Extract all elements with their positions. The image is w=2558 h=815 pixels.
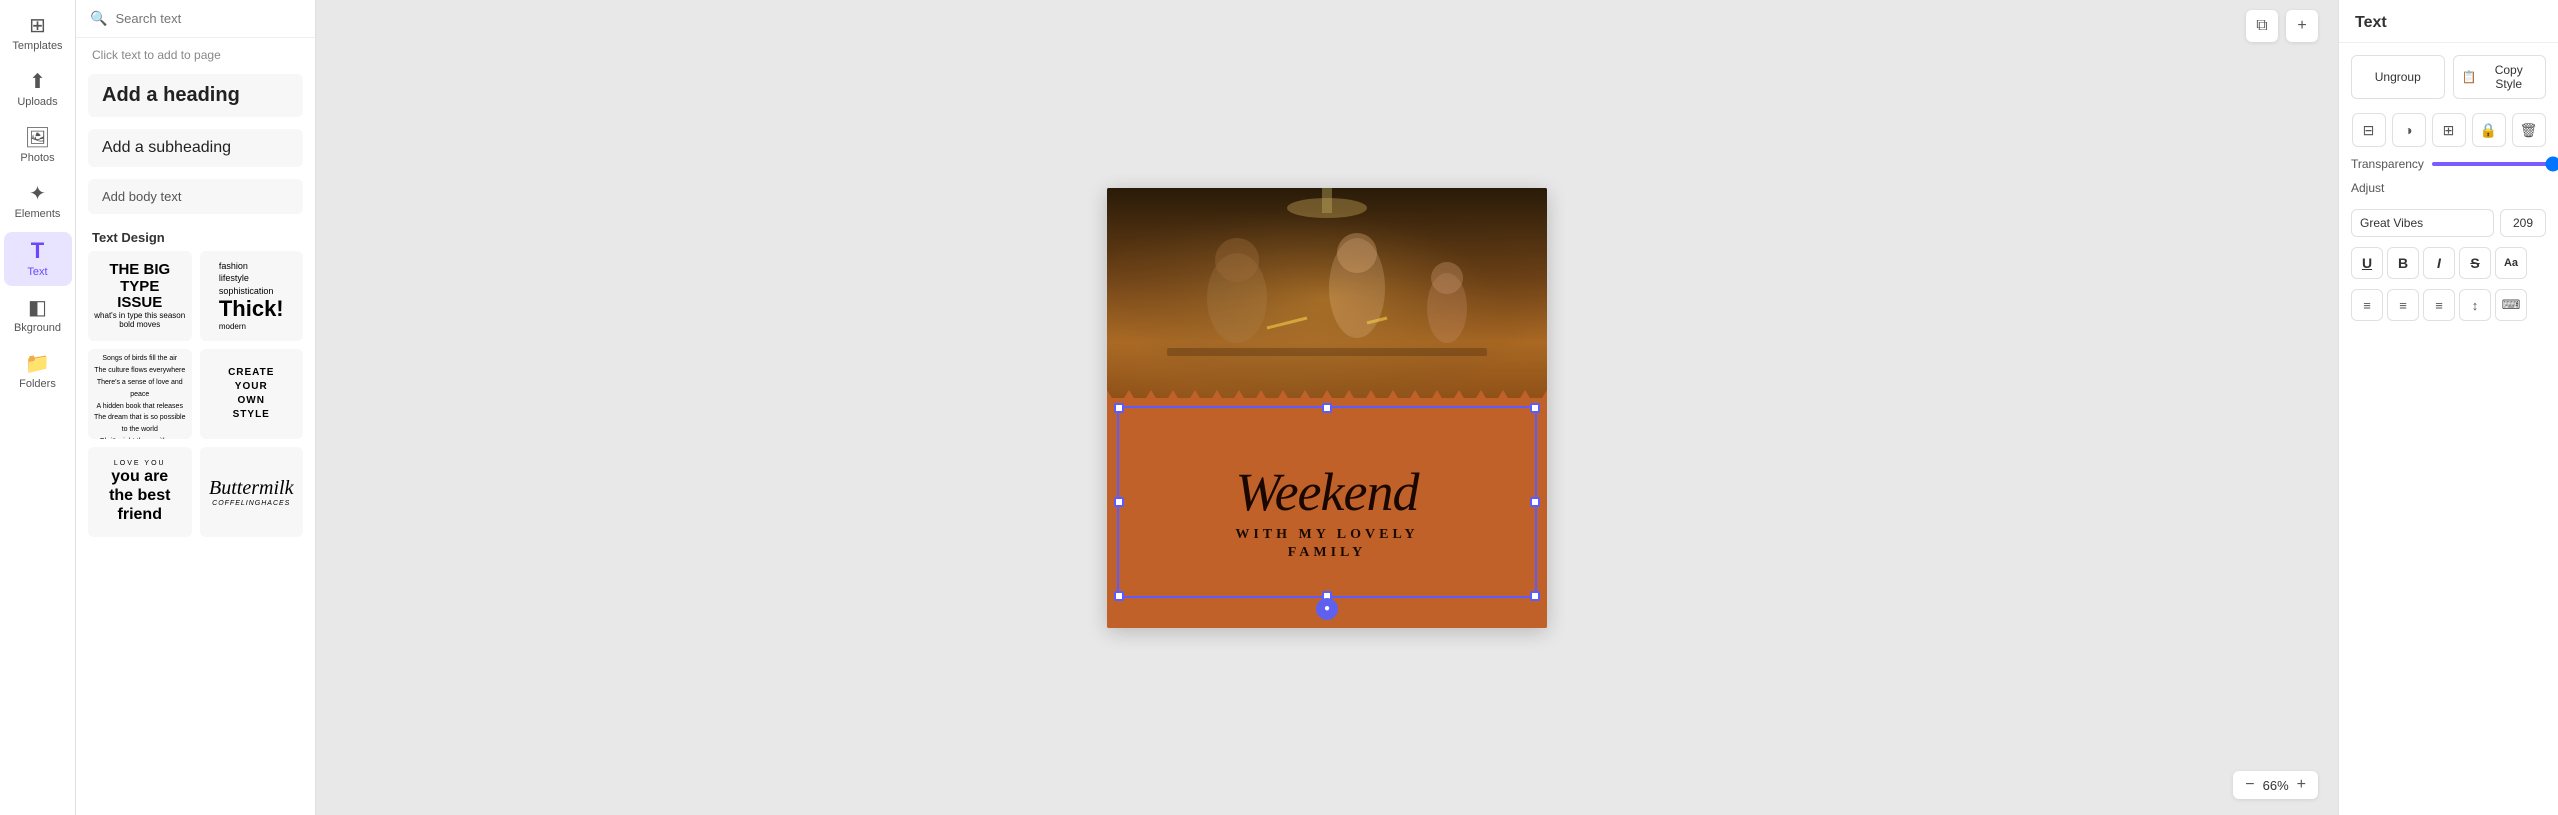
align-button[interactable]: ⊞ bbox=[2432, 113, 2466, 147]
text-panel: 🔍 Click text to add to page Add a headin… bbox=[76, 0, 316, 815]
zoom-value: 66% bbox=[2263, 778, 2289, 793]
canvas-indicator: ● bbox=[1316, 598, 1338, 620]
right-panel-content: Ungroup 📋 Copy Style ⊟ ◑ ⊞ 🔒 🗑 Transpare… bbox=[2339, 43, 2558, 343]
layer-button[interactable]: ◑ bbox=[2392, 113, 2426, 147]
add-subheading-button[interactable]: Add a subheading bbox=[88, 129, 303, 167]
canvas-sub-text2: FAMILY bbox=[1288, 545, 1366, 561]
sidebar-item-background[interactable]: ◧ Bkground bbox=[4, 290, 72, 342]
templates-icon: ⊞ bbox=[29, 16, 46, 36]
sidebar-item-label: Elements bbox=[15, 208, 61, 220]
sidebar-item-label: Bkground bbox=[14, 322, 61, 334]
text-icon: T bbox=[31, 240, 44, 262]
action-row: Ungroup 📋 Copy Style bbox=[2351, 55, 2546, 99]
text-design-grid: THE BIG TYPE ISSUE what's in type this s… bbox=[76, 251, 315, 549]
canvas-main-text[interactable]: Weekend bbox=[1236, 465, 1419, 519]
adjust-label: Adjust bbox=[2351, 181, 2546, 195]
left-sidebar: ⊞ Templates ⬆ Uploads 🖼 Photos ✦ Element… bbox=[0, 0, 76, 815]
add-heading-button[interactable]: Add a heading bbox=[88, 74, 303, 117]
copy-style-button[interactable]: 📋 Copy Style bbox=[2453, 55, 2547, 99]
italic-button[interactable]: I bbox=[2423, 247, 2455, 279]
search-input[interactable] bbox=[115, 11, 301, 26]
click-hint: Click text to add to page bbox=[76, 38, 315, 68]
sidebar-item-folders[interactable]: 📁 Folders bbox=[4, 346, 72, 398]
ungroup-button[interactable]: Ungroup bbox=[2351, 55, 2445, 99]
case-button[interactable]: Aa bbox=[2495, 247, 2527, 279]
font-select[interactable]: Great Vibes bbox=[2351, 209, 2494, 237]
copy-style-icon: 📋 bbox=[2462, 70, 2477, 84]
sidebar-item-photos[interactable]: 🖼 Photos bbox=[4, 120, 72, 172]
canvas-text-area: Weekend WITH MY LOVELY FAMILY bbox=[1107, 398, 1547, 628]
design-card-fashion[interactable]: fashion lifestyle sophistication Thick! … bbox=[200, 251, 304, 341]
search-icon: 🔍 bbox=[90, 10, 107, 27]
right-panel: Text Ungroup 📋 Copy Style ⊟ ◑ ⊞ 🔒 🗑 Tran… bbox=[2338, 0, 2558, 815]
elements-icon: ✦ bbox=[29, 184, 46, 204]
canvas-toolbar: ⧉ + bbox=[2246, 10, 2318, 42]
zoom-out-button[interactable]: − bbox=[2245, 777, 2254, 793]
sidebar-item-label: Text bbox=[27, 266, 47, 278]
sidebar-item-label: Folders bbox=[19, 378, 56, 390]
design-card-buttermilk[interactable]: Buttermilk COFFELINGHACES bbox=[200, 447, 304, 537]
add-body-button[interactable]: Add body text bbox=[88, 179, 303, 214]
transparency-slider[interactable] bbox=[2432, 162, 2558, 166]
more-button[interactable]: ⌨ bbox=[2495, 289, 2527, 321]
underline-button[interactable]: U bbox=[2351, 247, 2383, 279]
search-bar: 🔍 bbox=[76, 0, 315, 38]
text-design-label: Text Design bbox=[76, 220, 315, 251]
uploads-icon: ⬆ bbox=[29, 72, 46, 92]
folders-icon: 📁 bbox=[25, 354, 50, 374]
canvas-area: ⧉ + bbox=[316, 0, 2338, 815]
background-icon: ◧ bbox=[28, 298, 47, 318]
sidebar-item-templates[interactable]: ⊞ Templates bbox=[4, 8, 72, 60]
photos-icon: 🖼 bbox=[25, 128, 50, 148]
sidebar-item-label: Photos bbox=[20, 152, 54, 164]
canvas-photo bbox=[1107, 188, 1547, 408]
zoom-in-button[interactable]: + bbox=[2297, 777, 2306, 793]
position-button[interactable]: ⊟ bbox=[2352, 113, 2386, 147]
sidebar-item-text[interactable]: T Text bbox=[4, 232, 72, 286]
copy-style-label: Copy Style bbox=[2480, 63, 2537, 91]
sidebar-item-elements[interactable]: ✦ Elements bbox=[4, 176, 72, 228]
icon-row: ⊟ ◑ ⊞ 🔒 🗑 bbox=[2351, 113, 2546, 147]
design-card-create[interactable]: CREATEYOUROWNSTYLE bbox=[200, 349, 304, 439]
lock-button[interactable]: 🔒 bbox=[2472, 113, 2506, 147]
add-button[interactable]: + bbox=[2286, 10, 2318, 42]
canvas-frame: Weekend WITH MY LOVELY FAMILY ● bbox=[1107, 188, 1547, 628]
canvas-sub-text: WITH MY LOVELY bbox=[1235, 527, 1418, 543]
sidebar-item-uploads[interactable]: ⬆ Uploads bbox=[4, 64, 72, 116]
design-card-big-type[interactable]: THE BIG TYPE ISSUE what's in type this s… bbox=[88, 251, 192, 341]
ungroup-label: Ungroup bbox=[2375, 70, 2421, 84]
design-card-love[interactable]: LOVE YOU you arethe bestfriend bbox=[88, 447, 192, 537]
transparency-row: Transparency 100 bbox=[2351, 157, 2546, 171]
strikethrough-button[interactable]: S bbox=[2459, 247, 2491, 279]
sidebar-item-label: Uploads bbox=[17, 96, 57, 108]
photo-illustration bbox=[1107, 188, 1547, 408]
font-size-input[interactable] bbox=[2500, 209, 2546, 237]
align-center-button[interactable]: ≡ bbox=[2387, 289, 2419, 321]
design-card-flight[interactable]: FLIGHT Songs of birds fill the airThe cu… bbox=[88, 349, 192, 439]
font-row: Great Vibes bbox=[2351, 209, 2546, 237]
align-left-button[interactable]: ≡ bbox=[2351, 289, 2383, 321]
align-row: ≡ ≡ ≡ ↕ ⌨ bbox=[2351, 289, 2546, 321]
bold-button[interactable]: B bbox=[2387, 247, 2419, 279]
delete-button[interactable]: 🗑 bbox=[2512, 113, 2546, 147]
line-height-button[interactable]: ↕ bbox=[2459, 289, 2491, 321]
zoom-bar: − 66% + bbox=[2233, 771, 2318, 799]
sidebar-item-label: Templates bbox=[12, 40, 62, 52]
transparency-label: Transparency bbox=[2351, 157, 2424, 171]
right-panel-title: Text bbox=[2339, 0, 2558, 43]
format-row: U B I S Aa bbox=[2351, 247, 2546, 279]
duplicate-button[interactable]: ⧉ bbox=[2246, 10, 2278, 42]
align-right-button[interactable]: ≡ bbox=[2423, 289, 2455, 321]
